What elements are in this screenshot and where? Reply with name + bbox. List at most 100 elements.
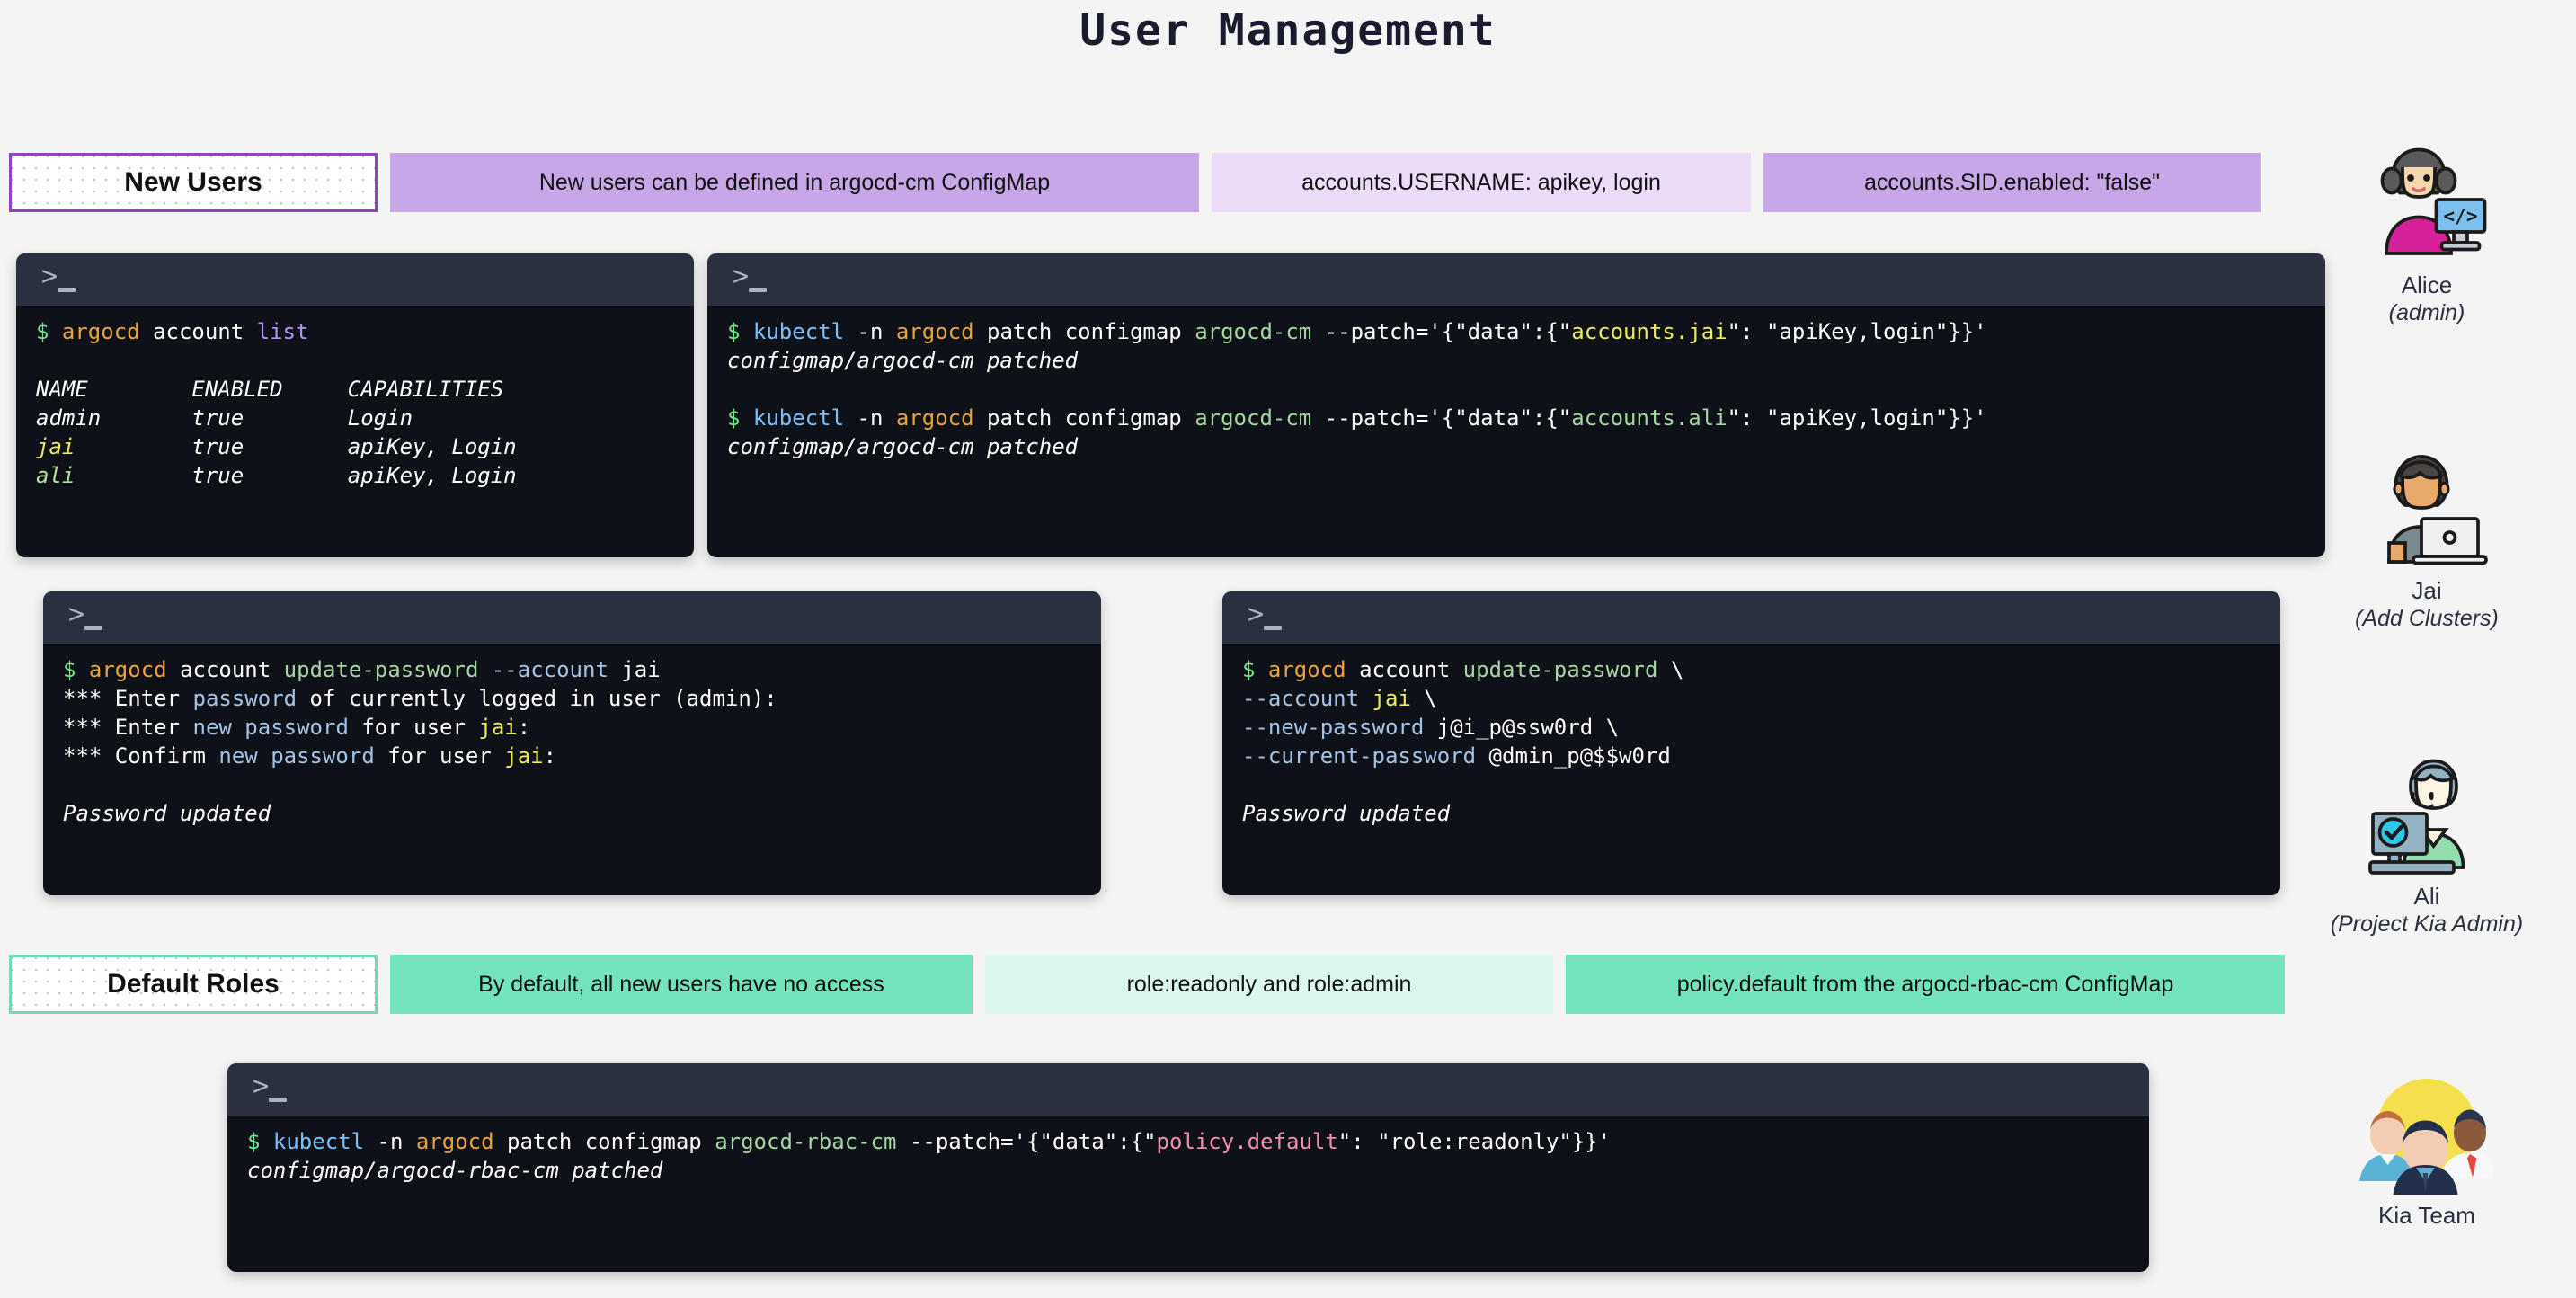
terminal-token: \ [1670, 657, 1684, 682]
terminal-token: --patch='{"data":{" [909, 1129, 1157, 1154]
terminal-token: @dmin_p@$$w0rd [1488, 742, 1671, 769]
terminal-token: patch configmap [987, 319, 1195, 344]
terminal-update-password-flags-body: $ argocd account update-password \ --acco… [1222, 644, 2280, 844]
terminal-token: ": "apiKey,login"}}' [1727, 319, 1987, 344]
terminal-token: $ [247, 1129, 273, 1154]
terminal-token: password [192, 685, 310, 711]
terminal-prompt-icon: > [731, 262, 772, 298]
persona-kia-team: Kia Team [2319, 1065, 2535, 1231]
terminal-token: argocd [895, 319, 988, 344]
svg-text:</>: </> [2444, 206, 2478, 227]
terminal-token: NAME ENABLED CAPABILITIES [36, 376, 504, 402]
terminal-token: new password [192, 714, 362, 740]
terminal-line: $ argocd account update-password \ [1242, 656, 2261, 685]
terminal-token: --account [1242, 685, 1372, 711]
terminal-token: $ [36, 319, 62, 344]
terminal-patch-accounts-body: $ kubectl -n argocd patch configmap argo… [707, 306, 2325, 478]
terminal-prompt-icon: > [40, 262, 81, 298]
persona-ali: Ali (Project Kia Admin) [2319, 746, 2535, 938]
terminal-line: *** Confirm new password for user jai: [63, 742, 1081, 771]
terminal-token: Password updated [1242, 800, 1451, 826]
terminal-token: kubectl [752, 405, 857, 431]
terminal-token: --account [491, 657, 622, 682]
terminal-line: configmap/argocd-cm patched [727, 347, 2305, 376]
terminal-token: jai [36, 433, 76, 459]
terminal-token: configmap/argocd-rbac-cm patched [247, 1157, 663, 1183]
terminal-token: accounts.ali [1571, 405, 1728, 431]
terminal-token: $ [1242, 657, 1268, 682]
terminal-token: argocd [61, 319, 154, 344]
terminal-token: account [180, 657, 284, 682]
terminal-token: argocd-cm [1195, 319, 1325, 344]
terminal-prompt-icon: > [1246, 600, 1287, 636]
persona-role: (admin) [2388, 300, 2465, 325]
terminal-update-password-interactive[interactable]: > $ argocd account update-password --acc… [43, 591, 1101, 895]
terminal-token: accounts.jai [1571, 319, 1728, 344]
default-roles-chip-1: By default, all new users have no access [390, 955, 973, 1014]
terminal-prompt-icon: > [251, 1071, 292, 1107]
terminal-title-bar: > [1222, 591, 2280, 644]
terminal-line: *** Enter password of currently logged i… [63, 685, 1081, 714]
page-root: User Management New Users New users can … [0, 0, 2576, 1298]
terminal-token: true apiKey, Login [75, 462, 517, 488]
terminal-title-bar: > [16, 253, 694, 306]
terminal-token: true apiKey, Login [75, 433, 517, 459]
terminal-line: ali true apiKey, Login [36, 462, 674, 491]
new-users-label: New Users [9, 153, 378, 212]
terminal-account-list[interactable]: > $ argocd account list NAME ENABLED CAP… [16, 253, 694, 557]
persona-role: (Project Kia Admin) [2330, 911, 2524, 937]
terminal-patch-accounts[interactable]: > $ kubectl -n argocd patch configmap ar… [707, 253, 2325, 557]
default-roles-chip-3: policy.default from the argocd-rbac-cm C… [1566, 955, 2285, 1014]
persona-name: Ali [2413, 883, 2440, 910]
terminal-token: $ [727, 319, 753, 344]
default-roles-label: Default Roles [9, 955, 378, 1014]
woman-technologist-avatar: </> [2380, 147, 2487, 255]
terminal-token: *** Confirm [63, 742, 219, 769]
terminal-line: $ kubectl -n argocd patch configmap argo… [247, 1128, 2129, 1157]
terminal-token: $ [63, 657, 89, 682]
terminal-line: $ argocd account update-password --accou… [63, 656, 1081, 685]
terminal-prompt-icon: > [67, 600, 108, 636]
page-title: User Management [1079, 5, 1497, 56]
terminal-token: argocd-rbac-cm [715, 1129, 910, 1154]
terminal-token: argocd-cm [1195, 405, 1325, 431]
terminal-token: argocd [895, 405, 988, 431]
new-users-chip-1: New users can be defined in argocd-cm Co… [390, 153, 1199, 212]
terminal-line: --current-password @dmin_p@$$w0rd [1242, 742, 2261, 771]
terminal-token: \ [1410, 685, 1437, 711]
terminal-token: jai [621, 657, 661, 682]
terminal-token: account [153, 319, 257, 344]
terminal-line: configmap/argocd-cm patched [727, 433, 2305, 462]
terminal-patch-rbac[interactable]: > $ kubectl -n argocd patch configmap ar… [227, 1063, 2149, 1272]
terminal-token: argocd [1267, 657, 1360, 682]
terminal-token: patch configmap [987, 405, 1195, 431]
terminal-token: --patch='{"data":{" [1324, 319, 1572, 344]
terminal-line: configmap/argocd-rbac-cm patched [247, 1157, 2129, 1186]
terminal-token: patch configmap [507, 1129, 715, 1154]
terminal-token: : [517, 714, 531, 740]
terminal-line: $ argocd account list [36, 318, 674, 347]
terminal-token: update-password [283, 657, 492, 682]
new-users-chip-3: accounts.SID.enabled: "false" [1763, 153, 2261, 212]
persona-name: Jai [2412, 577, 2442, 604]
terminal-update-password-flags[interactable]: > $ argocd account update-password \ --ac… [1222, 591, 2280, 895]
terminal-line: admin true Login [36, 405, 674, 433]
terminal-token: : [543, 742, 557, 769]
terminal-token: $ [727, 405, 753, 431]
default-roles-chip-2: role:readonly and role:admin [985, 955, 1553, 1014]
terminal-title-bar: > [707, 253, 2325, 306]
terminal-token: argocd [415, 1129, 508, 1154]
terminal-token: *** Enter [63, 685, 193, 711]
persona-alice: </> Alice (admin) [2319, 135, 2535, 326]
persona-jai: Jai (Add Clusters) [2319, 440, 2535, 632]
terminal-token: jai [504, 742, 544, 769]
terminal-token: policy.default [1156, 1129, 1338, 1154]
terminal-token: --current-password [1242, 742, 1489, 769]
terminal-title-bar: > [43, 591, 1101, 644]
terminal-line: $ kubectl -n argocd patch configmap argo… [727, 318, 2305, 347]
terminal-token: configmap/argocd-cm patched [727, 347, 1079, 373]
